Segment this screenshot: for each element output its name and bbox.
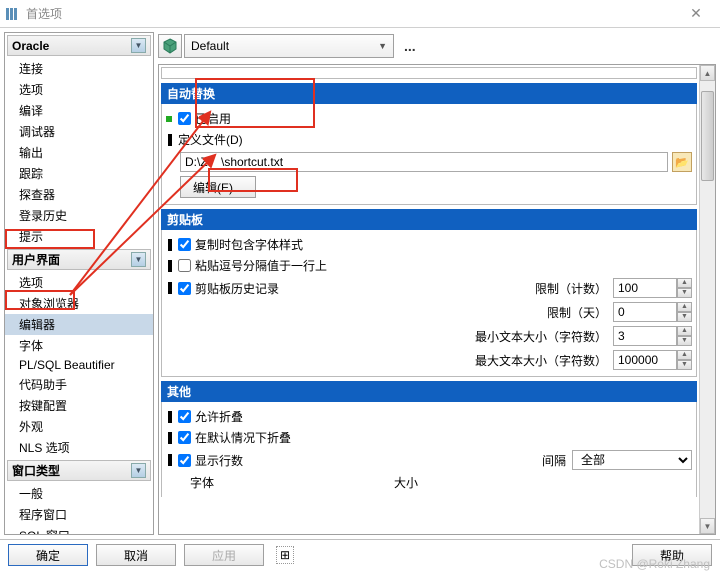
- close-icon[interactable]: ✕: [676, 5, 716, 22]
- chevron-down-icon[interactable]: ▼: [131, 38, 146, 53]
- section-header-autoreplace: 自动替换: [161, 83, 697, 104]
- copy-with-style-checkbox[interactable]: 复制时包含字体样式: [178, 236, 303, 253]
- help-button[interactable]: 帮助: [632, 544, 712, 566]
- scroll-down-icon[interactable]: ▼: [700, 518, 715, 534]
- edit-button[interactable]: 编辑(E)...: [180, 176, 256, 198]
- status-dot-icon: [166, 116, 172, 122]
- interval-select[interactable]: 全部: [572, 450, 692, 470]
- limit-days-input[interactable]: [613, 302, 677, 322]
- sidebar-item[interactable]: 代码助手: [5, 374, 153, 395]
- sidebar-item[interactable]: 调试器: [5, 121, 153, 142]
- titlebar: 首选项 ✕: [0, 0, 720, 28]
- sidebar-item[interactable]: 字体: [5, 335, 153, 356]
- sidebar-item[interactable]: 编译: [5, 100, 153, 121]
- folder-icon[interactable]: 📂: [672, 152, 692, 172]
- preferences-icon: [4, 6, 20, 22]
- sidebar-item[interactable]: 选项: [5, 272, 153, 293]
- max-chars-input[interactable]: [613, 350, 677, 370]
- sidebar-item[interactable]: 探查器: [5, 184, 153, 205]
- sidebar-item[interactable]: 输出: [5, 142, 153, 163]
- sidebar-item[interactable]: 提示: [5, 226, 153, 247]
- section-header-clipboard: 剪贴板: [161, 209, 697, 230]
- sidebar: Oracle ▼ 连接 选项 编译 调试器 输出 跟踪 探查器 登录历史 提示 …: [4, 32, 154, 535]
- window-title: 首选项: [26, 5, 62, 22]
- profile-icon-button[interactable]: [158, 34, 182, 58]
- spinner[interactable]: ▲▼: [677, 278, 692, 298]
- cancel-button[interactable]: 取消: [96, 544, 176, 566]
- sidebar-item[interactable]: NLS 选项: [5, 437, 153, 458]
- settings-panel: 自动替换 已启用 定义文件(D) 📂 编: [159, 65, 699, 534]
- sidebar-item[interactable]: PL/SQL Beautifier: [5, 356, 153, 374]
- enable-checkbox[interactable]: 已启用: [178, 110, 231, 127]
- sidebar-item[interactable]: 选项: [5, 79, 153, 100]
- sidebar-item[interactable]: SQL 窗口: [5, 525, 153, 535]
- chevron-down-icon[interactable]: ▼: [131, 252, 146, 267]
- apply-button[interactable]: 应用: [184, 544, 264, 566]
- limit-count-input[interactable]: [613, 278, 677, 298]
- chevron-down-icon[interactable]: ▼: [131, 463, 146, 478]
- min-chars-input[interactable]: [613, 326, 677, 346]
- more-button[interactable]: ...: [400, 38, 420, 54]
- spinner[interactable]: ▲▼: [677, 302, 692, 322]
- paste-csv-oneline-checkbox[interactable]: 粘贴逗号分隔值于一行上: [178, 257, 327, 274]
- definitions-path-input[interactable]: [180, 152, 668, 172]
- spinner[interactable]: ▲▼: [677, 350, 692, 370]
- spinner[interactable]: ▲▼: [677, 326, 692, 346]
- sidebar-item[interactable]: 登录历史: [5, 205, 153, 226]
- cat-ui-header[interactable]: 用户界面 ▼: [7, 249, 151, 270]
- scroll-up-icon[interactable]: ▲: [700, 65, 715, 81]
- sidebar-item[interactable]: 外观: [5, 416, 153, 437]
- defs-label: 定义文件(D): [178, 131, 243, 148]
- fold-by-default-checkbox[interactable]: 在默认情况下折叠: [178, 429, 291, 446]
- toolbar: Default ▼ ...: [158, 32, 716, 60]
- layout-icon[interactable]: ⊞: [276, 546, 294, 564]
- sidebar-item[interactable]: 按键配置: [5, 395, 153, 416]
- sidebar-item[interactable]: 对象浏览器: [5, 293, 153, 314]
- sidebar-item-editor[interactable]: 编辑器: [5, 314, 153, 335]
- footer: 确定 取消 应用 ⊞ 帮助: [0, 540, 720, 570]
- chevron-down-icon: ▼: [378, 41, 387, 51]
- allow-folding-checkbox[interactable]: 允许折叠: [178, 408, 243, 425]
- sidebar-item[interactable]: 连接: [5, 58, 153, 79]
- sidebar-item[interactable]: 程序窗口: [5, 504, 153, 525]
- section-header-other: 其他: [161, 381, 697, 402]
- show-linenum-checkbox[interactable]: 显示行数: [178, 452, 243, 469]
- profile-dropdown[interactable]: Default ▼: [184, 34, 394, 58]
- row-enable-autoreplace: 已启用: [166, 108, 692, 129]
- sidebar-item[interactable]: 一般: [5, 483, 153, 504]
- cat-windowtype-header[interactable]: 窗口类型 ▼: [7, 460, 151, 481]
- scrollbar[interactable]: ▲ ▼: [699, 65, 715, 534]
- clipboard-history-checkbox[interactable]: 剪贴板历史记录: [178, 280, 279, 297]
- cat-oracle-header[interactable]: Oracle ▼: [7, 35, 151, 56]
- ok-button[interactable]: 确定: [8, 544, 88, 566]
- sidebar-item[interactable]: 跟踪: [5, 163, 153, 184]
